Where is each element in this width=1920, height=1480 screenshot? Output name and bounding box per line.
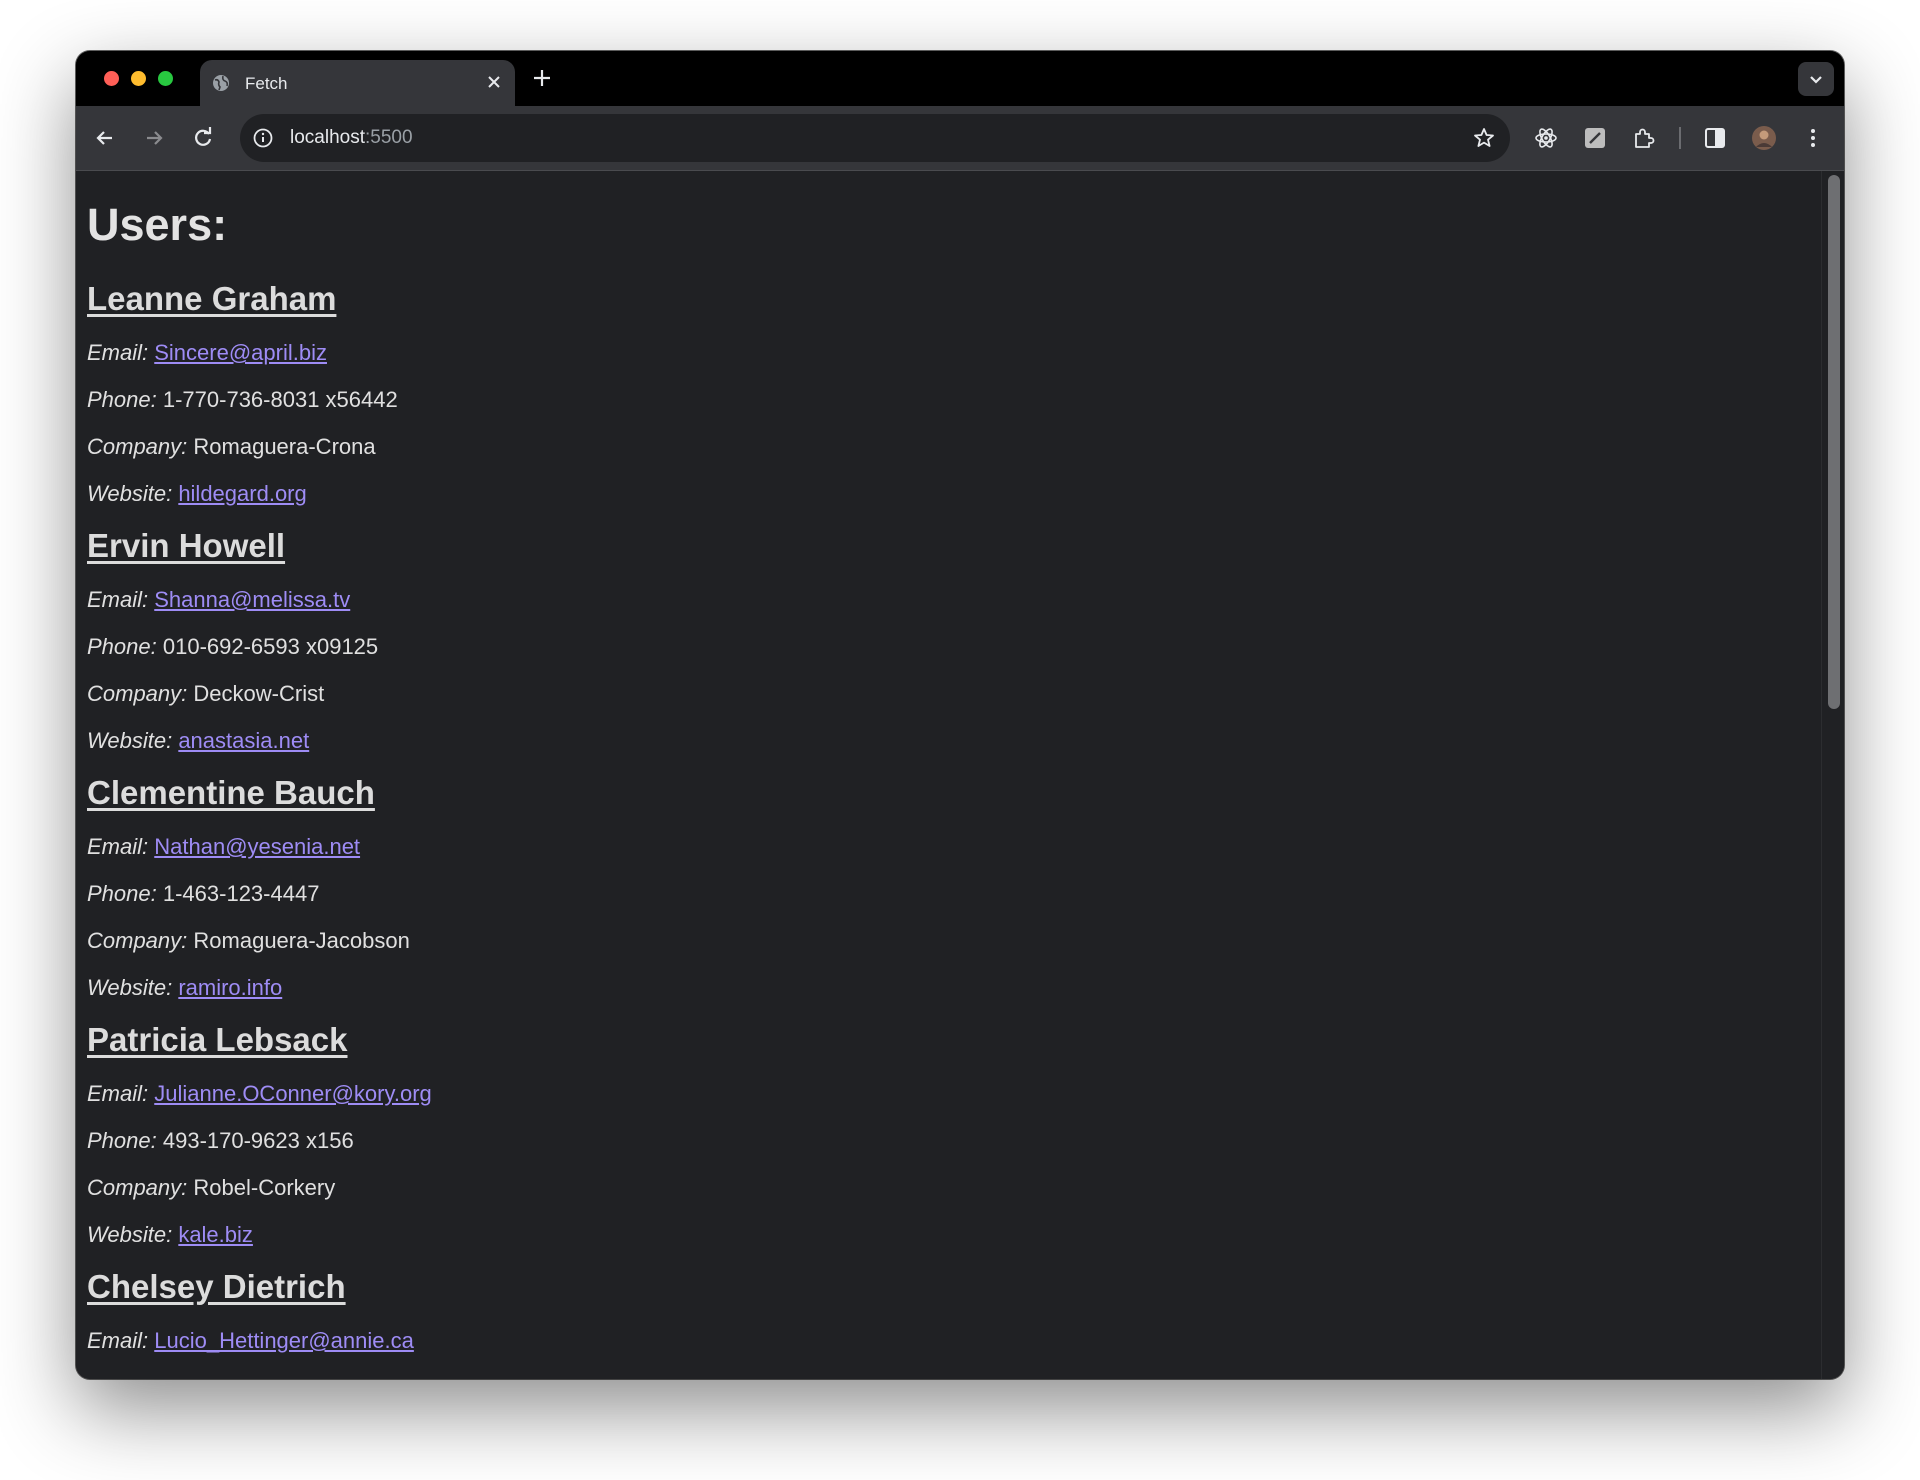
email-label: Email: (87, 1328, 149, 1353)
phone-label: Phone: (87, 881, 157, 906)
phone-value: 1-463-123-4447 (162, 881, 320, 906)
email-link[interactable]: Julianne.OConner@kory.org (154, 1081, 432, 1106)
email-label: Email: (87, 1081, 149, 1106)
globe-icon (213, 75, 229, 91)
user-card: Leanne Graham Email: Sincere@april.biz Pho… (87, 279, 1787, 507)
user-company-row: Company: Robel-Corkery (87, 1175, 1787, 1201)
user-company-row: Company: Deckow-Crist (87, 681, 1787, 707)
website-link[interactable]: ramiro.info (178, 975, 282, 1000)
phone-value: 010-692-6593 x09125 (162, 634, 379, 659)
phone-label: Phone: (87, 634, 157, 659)
user-website-row: Website: ramiro.info (87, 975, 1787, 1001)
email-link[interactable]: Nathan@yesenia.net (154, 834, 360, 859)
user-website-row: Website: kale.biz (87, 1222, 1787, 1248)
close-icon[interactable] (485, 73, 503, 91)
user-card: Ervin Howell Email: Shanna@melissa.tv Phon… (87, 526, 1787, 754)
scrollbar-thumb[interactable] (1828, 175, 1840, 709)
user-email-row: Email: Sincere@april.biz (87, 340, 1787, 366)
user-phone-row: Phone: 493-170-9623 x156 (87, 1128, 1787, 1154)
website-label: Website: (87, 1222, 173, 1247)
user-phone-row: Phone: 1-770-736-8031 x56442 (87, 387, 1787, 413)
company-value: Romaguera-Jacobson (193, 928, 410, 953)
company-label: Company: (87, 434, 188, 459)
browser-window: Fetch localhost:5500 Users: Leanne Graha… (76, 51, 1844, 1379)
phone-value: 493-170-9623 x156 (162, 1128, 354, 1153)
bookmark-star-icon[interactable] (1472, 126, 1496, 150)
back-arrow-icon[interactable] (92, 125, 118, 151)
website-link[interactable]: kale.biz (178, 1222, 253, 1247)
user-email-row: Email: Shanna@melissa.tv (87, 587, 1787, 613)
website-link[interactable]: anastasia.net (178, 728, 309, 753)
user-company-row: Company: Romaguera-Jacobson (87, 928, 1787, 954)
side-panel-icon[interactable] (1702, 125, 1728, 151)
url-port: :5500 (365, 127, 413, 148)
scrollbar[interactable] (1821, 171, 1844, 1379)
page-title: Users: (87, 199, 228, 250)
email-link[interactable]: Sincere@april.biz (154, 340, 327, 365)
phone-value: 1-770-736-8031 x56442 (162, 387, 398, 412)
user-phone-row: Phone: 1-463-123-4447 (87, 881, 1787, 907)
user-name: Patricia Lebsack (87, 1021, 348, 1058)
maximize-window-button[interactable] (158, 71, 173, 86)
user-name: Leanne Graham (87, 280, 337, 317)
user-card: Patricia Lebsack Email: Julianne.OConner@… (87, 1020, 1787, 1248)
website-label: Website: (87, 975, 173, 1000)
email-label: Email: (87, 587, 149, 612)
new-tab-icon[interactable] (531, 67, 553, 89)
minimize-window-button[interactable] (131, 71, 146, 86)
user-name: Chelsey Dietrich (87, 1268, 346, 1305)
browser-toolbar: localhost:5500 (76, 106, 1844, 171)
toolbar-divider (1679, 127, 1681, 149)
email-label: Email: (87, 340, 149, 365)
user-website-row: Website: anastasia.net (87, 728, 1787, 754)
website-link[interactable]: hildegard.org (178, 481, 306, 506)
close-window-button[interactable] (104, 71, 119, 86)
user-card: Chelsey Dietrich Email: Lucio_Hettinger@a… (87, 1267, 1787, 1354)
profile-avatar[interactable] (1751, 125, 1777, 151)
email-link[interactable]: Lucio_Hettinger@annie.ca (154, 1328, 414, 1353)
user-company-row: Company: Romaguera-Crona (87, 434, 1787, 460)
info-icon[interactable] (252, 127, 274, 149)
users-list: Leanne Graham Email: Sincere@april.biz Pho… (87, 279, 1787, 1354)
tab-search-button[interactable] (1798, 62, 1834, 96)
chevron-down-icon (1810, 76, 1822, 84)
tab-strip: Fetch (76, 51, 1844, 106)
puzzle-icon[interactable] (1631, 125, 1657, 151)
reload-icon[interactable] (190, 125, 216, 151)
company-value: Robel-Corkery (193, 1175, 336, 1200)
user-email-row: Email: Nathan@yesenia.net (87, 834, 1787, 860)
website-label: Website: (87, 481, 173, 506)
address-bar[interactable]: localhost:5500 (240, 114, 1510, 162)
user-email-row: Email: Lucio_Hettinger@annie.ca (87, 1328, 1787, 1354)
user-name: Ervin Howell (87, 527, 286, 564)
tab-title: Fetch (245, 74, 288, 93)
user-card: Clementine Bauch Email: Nathan@yesenia.ne… (87, 773, 1787, 1001)
email-link[interactable]: Shanna@melissa.tv (154, 587, 350, 612)
more-menu-icon[interactable] (1800, 125, 1826, 151)
url-text[interactable]: localhost:5500 (290, 127, 413, 149)
phone-label: Phone: (87, 1128, 157, 1153)
company-label: Company: (87, 681, 188, 706)
company-value: Deckow-Crist (193, 681, 325, 706)
page-body: Users: Leanne Graham Email: Sincere@april… (87, 171, 1787, 1354)
phone-label: Phone: (87, 387, 157, 412)
extension-icon[interactable] (1582, 125, 1608, 151)
url-host: localhost (290, 127, 365, 148)
react-devtools-icon[interactable] (1533, 125, 1559, 151)
company-label: Company: (87, 1175, 188, 1200)
email-label: Email: (87, 834, 149, 859)
tab-fetch[interactable]: Fetch (200, 60, 515, 106)
website-label: Website: (87, 728, 173, 753)
user-phone-row: Phone: 010-692-6593 x09125 (87, 634, 1787, 660)
user-name: Clementine Bauch (87, 774, 375, 811)
company-label: Company: (87, 928, 188, 953)
user-website-row: Website: hildegard.org (87, 481, 1787, 507)
forward-arrow-icon[interactable] (141, 125, 167, 151)
user-email-row: Email: Julianne.OConner@kory.org (87, 1081, 1787, 1107)
page-content: Users: Leanne Graham Email: Sincere@april… (76, 171, 1844, 1379)
company-value: Romaguera-Crona (193, 434, 376, 459)
